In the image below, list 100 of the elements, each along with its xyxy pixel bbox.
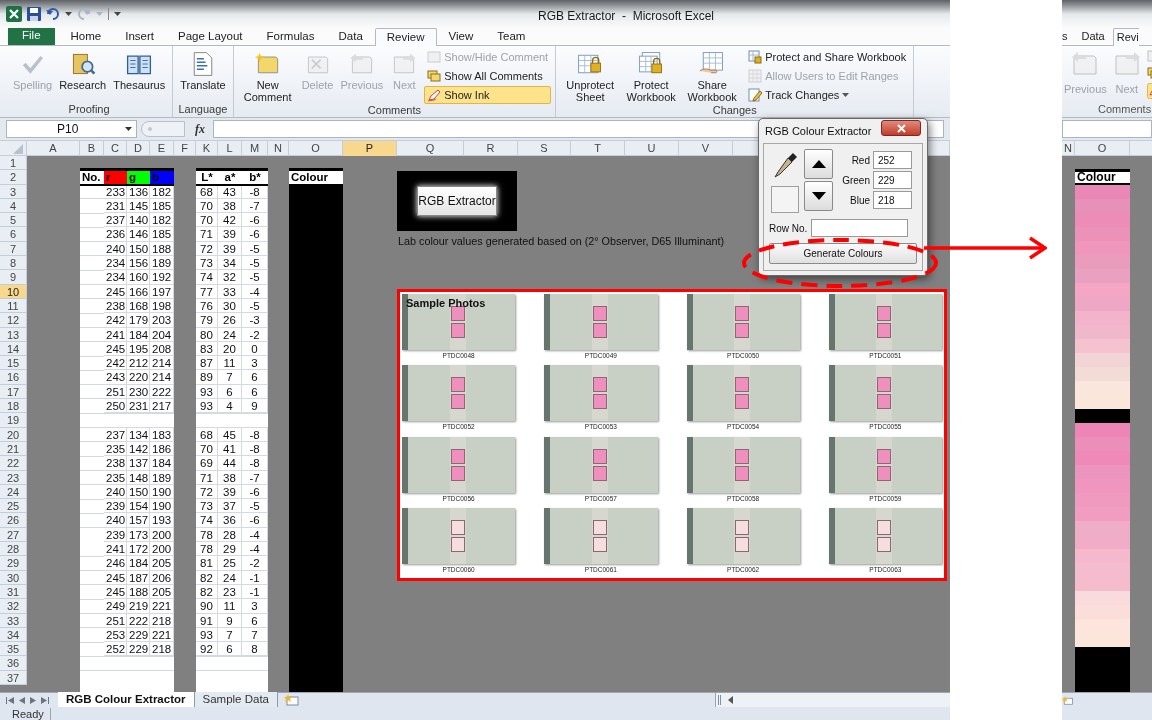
table-cell: 179: [127, 313, 150, 328]
ribbon-button[interactable]: Translate: [177, 48, 229, 91]
ribbon-button[interactable]: Unprotect Sheet: [560, 48, 621, 103]
table-cell: 239: [104, 499, 127, 514]
spreadsheet-app-icon: [6, 6, 22, 22]
table-cell: 36: [218, 513, 242, 528]
field-label: Red: [850, 153, 870, 168]
table-cell: 4: [218, 399, 242, 414]
generate-colours-button[interactable]: Generate Colours: [769, 243, 917, 264]
ribbon-tab[interactable]: Review: [374, 28, 437, 46]
undo-icon: [46, 8, 60, 20]
table-cell: 217: [150, 399, 174, 414]
table-cell: 156: [127, 256, 150, 271]
row-header[interactable]: 15: [0, 356, 27, 371]
table-cell: 236: [104, 227, 127, 242]
caret-icon: [65, 12, 72, 16]
row-header[interactable]: 26: [0, 513, 27, 528]
ribbon-tab[interactable]: Home: [58, 27, 114, 45]
ribbon-tab[interactable]: Team: [485, 27, 538, 45]
row-number-field[interactable]: [811, 219, 909, 237]
table-cell: 249: [104, 599, 127, 614]
group-label: Changes: [712, 104, 757, 117]
row-header[interactable]: 18: [0, 399, 27, 414]
row-header[interactable]: 19: [0, 413, 27, 428]
ribbon-button[interactable]: Show All Comments: [424, 67, 552, 85]
table-cell: 74: [196, 513, 218, 528]
table-cell: 69: [196, 456, 218, 471]
row-header[interactable]: 1: [0, 156, 27, 171]
ribbon-tab[interactable]: View: [436, 27, 486, 45]
row-header[interactable]: 6: [0, 227, 27, 242]
file-tab[interactable]: File: [8, 26, 55, 45]
ribbon-tab[interactable]: Insert: [113, 27, 166, 45]
table-cell: -8: [242, 456, 268, 471]
row-header[interactable]: 16: [0, 370, 27, 385]
horizontal-scrollbar[interactable]: [715, 693, 950, 707]
table-cell: 240: [104, 513, 127, 528]
column-header[interactable]: P: [343, 141, 397, 156]
down-button[interactable]: [804, 181, 833, 211]
row-header[interactable]: 12: [0, 313, 27, 328]
close-button[interactable]: [881, 120, 921, 136]
ribbon-button[interactable]: Thesaurus: [110, 48, 169, 91]
table-cell: 221: [150, 599, 174, 614]
group-label: Comments: [367, 104, 421, 117]
ribbon-button[interactable]: Show Ink: [424, 86, 552, 104]
ribbon-tab[interactable]: Page Layout: [166, 27, 255, 45]
customize-caret-icon: [114, 12, 121, 16]
table-cell: -5: [242, 256, 268, 271]
table-cell: -6: [242, 513, 268, 528]
ribbon-button[interactable]: Track Changes: [745, 86, 910, 104]
table-cell: 231: [127, 399, 150, 414]
ribbon-button[interactable]: Share Workbook: [682, 48, 743, 103]
table-cell: 93: [196, 399, 218, 414]
table-cell: -5: [242, 499, 268, 514]
column-header[interactable]: O: [1075, 141, 1130, 155]
table-cell: 182: [150, 213, 174, 228]
rgb-extractor-button[interactable]: RGB Extractor: [417, 186, 497, 216]
ribbon-button[interactable]: Protect Workbook: [621, 48, 682, 103]
value-field[interactable]: 252: [873, 151, 912, 169]
status-text: Ready: [12, 707, 51, 720]
table-cell: 200: [150, 542, 174, 557]
table-cell: 212: [127, 356, 150, 371]
sheet-tab[interactable]: RGB Colour Extractor: [58, 692, 195, 707]
table-cell: 25: [218, 556, 242, 571]
row-header[interactable]: 32: [0, 599, 27, 614]
value-field[interactable]: 218: [873, 191, 912, 209]
row-header[interactable]: 28: [0, 542, 27, 557]
row-header[interactable]: 8: [0, 256, 27, 271]
name-box[interactable]: P10: [6, 120, 137, 138]
formula-bar-handle[interactable]: [141, 121, 185, 137]
table-cell: 243: [104, 370, 127, 385]
row-header[interactable]: 35: [0, 642, 27, 657]
row-header[interactable]: 5: [0, 213, 27, 228]
row-header[interactable]: 29: [0, 556, 27, 571]
redo-icon: [77, 8, 91, 20]
table-cell: 190: [150, 499, 174, 514]
table-cell: 229: [127, 642, 150, 657]
column-header[interactable]: N: [1062, 141, 1075, 155]
sheet-tab[interactable]: Sample Data: [194, 692, 278, 707]
table-cell: 185: [150, 227, 174, 242]
value-field[interactable]: 229: [873, 171, 912, 189]
row-header[interactable]: 22: [0, 456, 27, 471]
table-cell: 205: [150, 556, 174, 571]
ribbon-button[interactable]: Protect and Share Workbook: [745, 48, 910, 66]
table-cell: -2: [242, 556, 268, 571]
blank-colour-cell: [1075, 647, 1130, 692]
ribbon-tab[interactable]: Data: [1075, 27, 1111, 45]
row-header[interactable]: 36: [0, 656, 27, 671]
row-header[interactable]: 25: [0, 499, 27, 514]
ribbon-tab[interactable]: s: [1062, 27, 1076, 45]
ribbon-tab[interactable]: Formulas: [254, 27, 327, 45]
row-header[interactable]: 9: [0, 270, 27, 285]
up-button[interactable]: [804, 149, 833, 179]
row-header[interactable]: 2: [0, 170, 27, 185]
table-cell: 234: [104, 270, 127, 285]
ribbon-tab[interactable]: Data: [326, 27, 375, 45]
ribbon-tab[interactable]: Revi: [1112, 28, 1139, 46]
insert-function-button[interactable]: fx: [195, 120, 209, 138]
ribbon-button[interactable]: New Comment: [237, 48, 298, 103]
ribbon-button[interactable]: Research: [56, 48, 110, 91]
table-cell: 70: [196, 213, 218, 228]
